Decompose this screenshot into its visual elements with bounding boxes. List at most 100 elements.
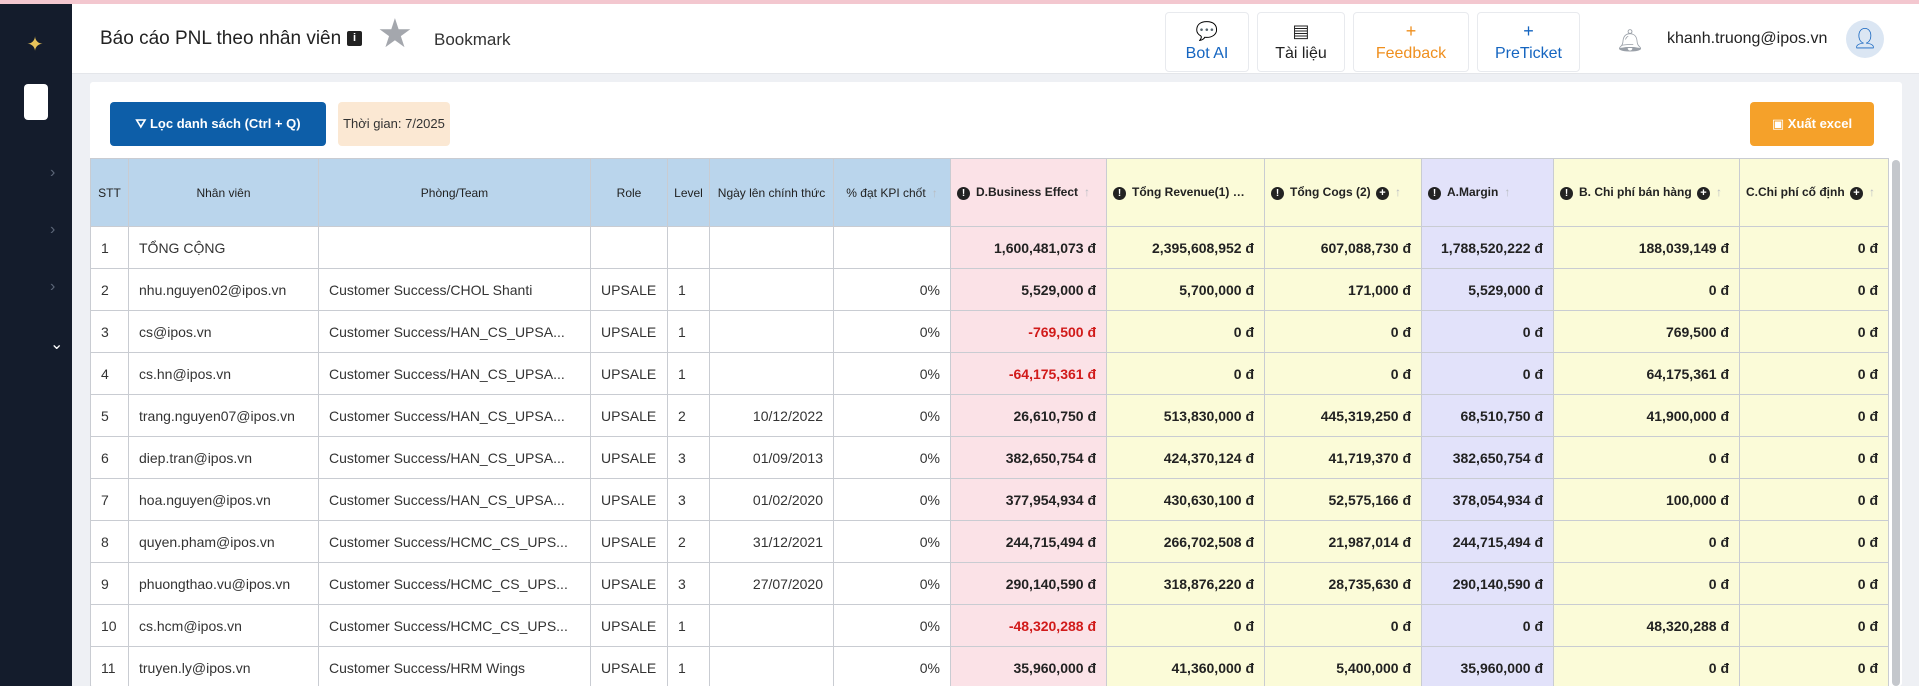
cell-stt: 4 xyxy=(90,352,129,395)
col-role[interactable]: Role xyxy=(590,158,668,227)
pnl-table-container[interactable]: STT Nhân viên Phòng/Team Role Level Ngày… xyxy=(90,158,1890,686)
bookmark-label[interactable]: Bookmark xyxy=(434,30,511,50)
filter-button[interactable]: ⛛ Lọc danh sách (Ctrl + Q) xyxy=(110,102,326,146)
table-row[interactable]: 3 cs@ipos.vn Customer Success/HAN_CS_UPSA.… xyxy=(90,310,1889,353)
chevron-right-icon[interactable]: › xyxy=(50,221,55,239)
avatar[interactable]: 👤︎ xyxy=(1846,20,1884,58)
col-team[interactable]: Phòng/Team xyxy=(318,158,591,227)
table-row[interactable]: 6 diep.tran@ipos.vn Customer Success/HAN_C… xyxy=(90,436,1889,479)
cell-margin: 382,650,754 đ xyxy=(1421,436,1554,479)
cell-level: 3 xyxy=(667,478,710,521)
plus-icon: + xyxy=(1523,21,1534,41)
cell-revenue: 5,700,000 đ xyxy=(1106,268,1265,311)
cell-fixed-cost: 0 đ xyxy=(1739,352,1889,395)
cell-level: 1 xyxy=(667,604,710,647)
expand-plus-icon[interactable]: + xyxy=(1376,186,1389,200)
cell-employee: phuongthao.vu@ipos.vn xyxy=(128,562,319,605)
star-icon[interactable]: ★ xyxy=(377,14,417,54)
cell-margin: 35,960,000 đ xyxy=(1421,646,1554,686)
cell-role: UPSALE xyxy=(590,604,668,647)
cell-fixed-cost: 0 đ xyxy=(1739,436,1889,479)
sort-arrow-icon[interactable]: ↑ xyxy=(1716,185,1722,199)
col-cogs[interactable]: ! Tổng Cogs (2) + ↑ xyxy=(1264,158,1422,227)
chevron-right-icon[interactable]: › xyxy=(50,278,55,296)
cell-sales-cost: 0 đ xyxy=(1553,268,1740,311)
bell-icon[interactable]: 🔔︎ xyxy=(1616,28,1644,54)
app-logo-icon[interactable]: ✦ xyxy=(22,32,48,58)
export-excel-button[interactable]: ▣ Xuất excel xyxy=(1750,102,1874,146)
sort-arrow-icon[interactable]: ↑ xyxy=(1084,185,1090,199)
cell-kpi: 0% xyxy=(833,562,951,605)
expand-plus-icon[interactable]: + xyxy=(1234,186,1248,200)
feedback-button[interactable]: + Feedback xyxy=(1353,12,1469,72)
col-revenue[interactable]: ! Tổng Revenue(1) + ↑ xyxy=(1106,158,1265,227)
table-row[interactable]: 4 cs.hn@ipos.vn Customer Success/HAN_CS_UP… xyxy=(90,352,1889,395)
cell-level: 1 xyxy=(667,352,710,395)
cell-role: UPSALE xyxy=(590,394,668,437)
cell-cogs: 607,088,730 đ xyxy=(1264,226,1422,269)
cell-sales-cost: 188,039,149 đ xyxy=(1553,226,1740,269)
sidebar-active-item[interactable] xyxy=(24,84,48,120)
cell-margin: 0 đ xyxy=(1421,604,1554,647)
cell-margin: 68,510,750 đ xyxy=(1421,394,1554,437)
cell-margin: 290,140,590 đ xyxy=(1421,562,1554,605)
cell-team: Customer Success/HAN_CS_UPSA... xyxy=(318,394,591,437)
table-row[interactable]: 10 cs.hcm@ipos.vn Customer Success/HCMC_CS… xyxy=(90,604,1889,647)
expand-plus-icon[interactable]: + xyxy=(1850,186,1863,200)
cell-sales-cost: 0 đ xyxy=(1553,646,1740,686)
cell-official-date xyxy=(709,268,834,311)
sort-arrow-icon[interactable]: ↑ xyxy=(1504,185,1510,199)
sort-arrow-icon[interactable]: ↑ xyxy=(1254,185,1260,199)
preticket-button[interactable]: + PreTicket xyxy=(1477,12,1580,72)
col-stt[interactable]: STT xyxy=(90,158,129,227)
user-icon: 👤︎ xyxy=(1852,28,1878,50)
cell-level xyxy=(667,226,710,269)
table-row[interactable]: 9 phuongthao.vu@ipos.vn Customer Success/H… xyxy=(90,562,1889,605)
col-sales-cost[interactable]: ! B. Chi phí bán hàng + ↑ xyxy=(1553,158,1740,227)
expand-plus-icon[interactable]: + xyxy=(1697,186,1711,200)
cell-role: UPSALE xyxy=(590,310,668,353)
cell-business-effect: 244,715,494 đ xyxy=(950,520,1107,563)
col-official-date[interactable]: Ngày lên chính thức xyxy=(709,158,834,227)
chevron-right-icon[interactable]: › xyxy=(50,164,55,182)
sort-arrow-icon[interactable]: ↑ xyxy=(1869,185,1875,199)
col-kpi[interactable]: % đạt KPI chốt ↑ xyxy=(833,158,951,227)
info-icon[interactable]: i xyxy=(347,31,362,46)
table-row[interactable]: 5 trang.nguyen07@ipos.vn Customer Success/… xyxy=(90,394,1889,437)
bot-ai-button[interactable]: 💬 Bot AI xyxy=(1165,12,1249,72)
cell-kpi: 0% xyxy=(833,520,951,563)
time-period-chip[interactable]: Thời gian: 7/2025 xyxy=(338,102,450,146)
cell-business-effect: 377,954,934 đ xyxy=(950,478,1107,521)
cell-kpi: 0% xyxy=(833,478,951,521)
cell-team: Customer Success/HAN_CS_UPSA... xyxy=(318,352,591,395)
table-row[interactable]: 2 nhu.nguyen02@ipos.vn Customer Success/CH… xyxy=(90,268,1889,311)
cell-sales-cost: 0 đ xyxy=(1553,520,1740,563)
info-icon: ! xyxy=(1428,186,1441,200)
col-level[interactable]: Level xyxy=(667,158,710,227)
info-icon: ! xyxy=(1560,186,1573,200)
table-row[interactable]: 7 hoa.nguyen@ipos.vn Customer Success/HAN_… xyxy=(90,478,1889,521)
table-row[interactable]: 1 TỔNG CỘNG 1,600,481,073 đ 2,395,608,952 đ… xyxy=(90,226,1889,269)
cell-cogs: 28,735,630 đ xyxy=(1264,562,1422,605)
cell-business-effect: -48,320,288 đ xyxy=(950,604,1107,647)
cell-kpi: 0% xyxy=(833,352,951,395)
vertical-scrollbar[interactable] xyxy=(1892,160,1900,686)
col-margin[interactable]: ! A.Margin ↑ xyxy=(1421,158,1554,227)
col-business-effect[interactable]: ! D.Business Effect ↑ xyxy=(950,158,1107,227)
cell-fixed-cost: 0 đ xyxy=(1739,604,1889,647)
file-icon: ▣ xyxy=(1771,116,1788,131)
table-row[interactable]: 11 truyen.ly@ipos.vn Customer Success/HRM … xyxy=(90,646,1889,686)
table-body: 1 TỔNG CỘNG 1,600,481,073 đ 2,395,608,952 đ… xyxy=(90,226,1889,686)
table-header-row: STT Nhân viên Phòng/Team Role Level Ngày… xyxy=(90,158,1889,227)
user-email[interactable]: khanh.truong@ipos.vn xyxy=(1667,30,1827,48)
sales-cost-label: B. Chi phí bán hàng xyxy=(1579,185,1692,200)
chevron-down-icon[interactable]: ⌄ xyxy=(50,334,63,354)
col-fixed-cost[interactable]: C.Chi phí cố định + ↑ xyxy=(1739,158,1889,227)
documents-button[interactable]: ▤ Tài liệu xyxy=(1257,12,1345,72)
cell-role xyxy=(590,226,668,269)
table-row[interactable]: 8 quyen.pham@ipos.vn Customer Success/HCMC… xyxy=(90,520,1889,563)
cell-margin: 378,054,934 đ xyxy=(1421,478,1554,521)
sort-arrow-icon[interactable]: ↑ xyxy=(932,186,938,200)
col-employee[interactable]: Nhân viên xyxy=(128,158,319,227)
sort-arrow-icon[interactable]: ↑ xyxy=(1395,185,1401,199)
